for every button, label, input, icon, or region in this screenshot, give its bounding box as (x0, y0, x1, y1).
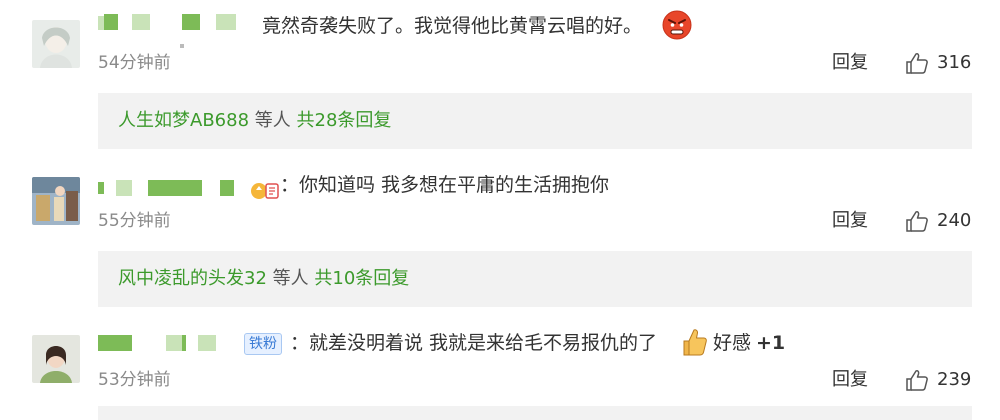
fan-badge[interactable]: 铁粉 (244, 333, 282, 355)
angry-face-icon (662, 10, 692, 44)
reply-button[interactable]: 回复 (832, 369, 868, 391)
avatar[interactable] (32, 335, 80, 383)
like-count: 240 (937, 210, 972, 231)
reply-count[interactable]: 共28条回复 (297, 110, 392, 131)
reply-user[interactable]: 人生如梦AB688 (118, 110, 249, 131)
comment-text: ：你知道吗 我多想在平庸的生活拥抱你 (280, 174, 610, 196)
replies-summary[interactable]: 风中凌乱的头发32 等人 共10条回复 (98, 251, 972, 307)
affinity-plus: +1 (756, 332, 786, 354)
avatar[interactable] (32, 20, 80, 68)
comment-text: 竟然奇袭失败了。我觉得他比黄霄云唱的好。 (262, 15, 643, 37)
affinity-text: 好感 (713, 332, 752, 354)
comment-text: ：就差没明着说 我就是来给毛不易报仇的了 (290, 332, 658, 354)
reply-user[interactable]: 风中凌乱的头发32 (118, 268, 267, 289)
reply-count[interactable]: 共10条回复 (314, 268, 409, 289)
thumbs-up-icon (905, 369, 929, 391)
thumbs-up-icon (905, 52, 929, 74)
timestamp: 54分钟前 (98, 53, 171, 73)
timestamp: 53分钟前 (98, 370, 171, 390)
reply-button[interactable]: 回复 (832, 52, 868, 74)
divider-dot (180, 44, 184, 48)
like-count: 316 (937, 52, 972, 73)
thumbs-up-emoji-icon (680, 327, 708, 361)
reply-button[interactable]: 回复 (832, 210, 868, 232)
like-count: 239 (937, 369, 972, 390)
thumbs-up-icon (905, 210, 929, 232)
like-button[interactable]: 240 (905, 210, 971, 232)
replies-summary-partial (98, 406, 972, 420)
reply-mid: 等人 (272, 268, 309, 289)
like-button[interactable]: 316 (905, 52, 971, 74)
like-button[interactable]: 239 (905, 369, 971, 391)
replies-summary[interactable]: 人生如梦AB688 等人 共28条回复 (98, 93, 972, 149)
reply-mid: 等人 (254, 110, 291, 131)
fan-badge-icon (250, 178, 280, 206)
timestamp: 55分钟前 (98, 211, 171, 231)
avatar[interactable] (32, 177, 80, 225)
